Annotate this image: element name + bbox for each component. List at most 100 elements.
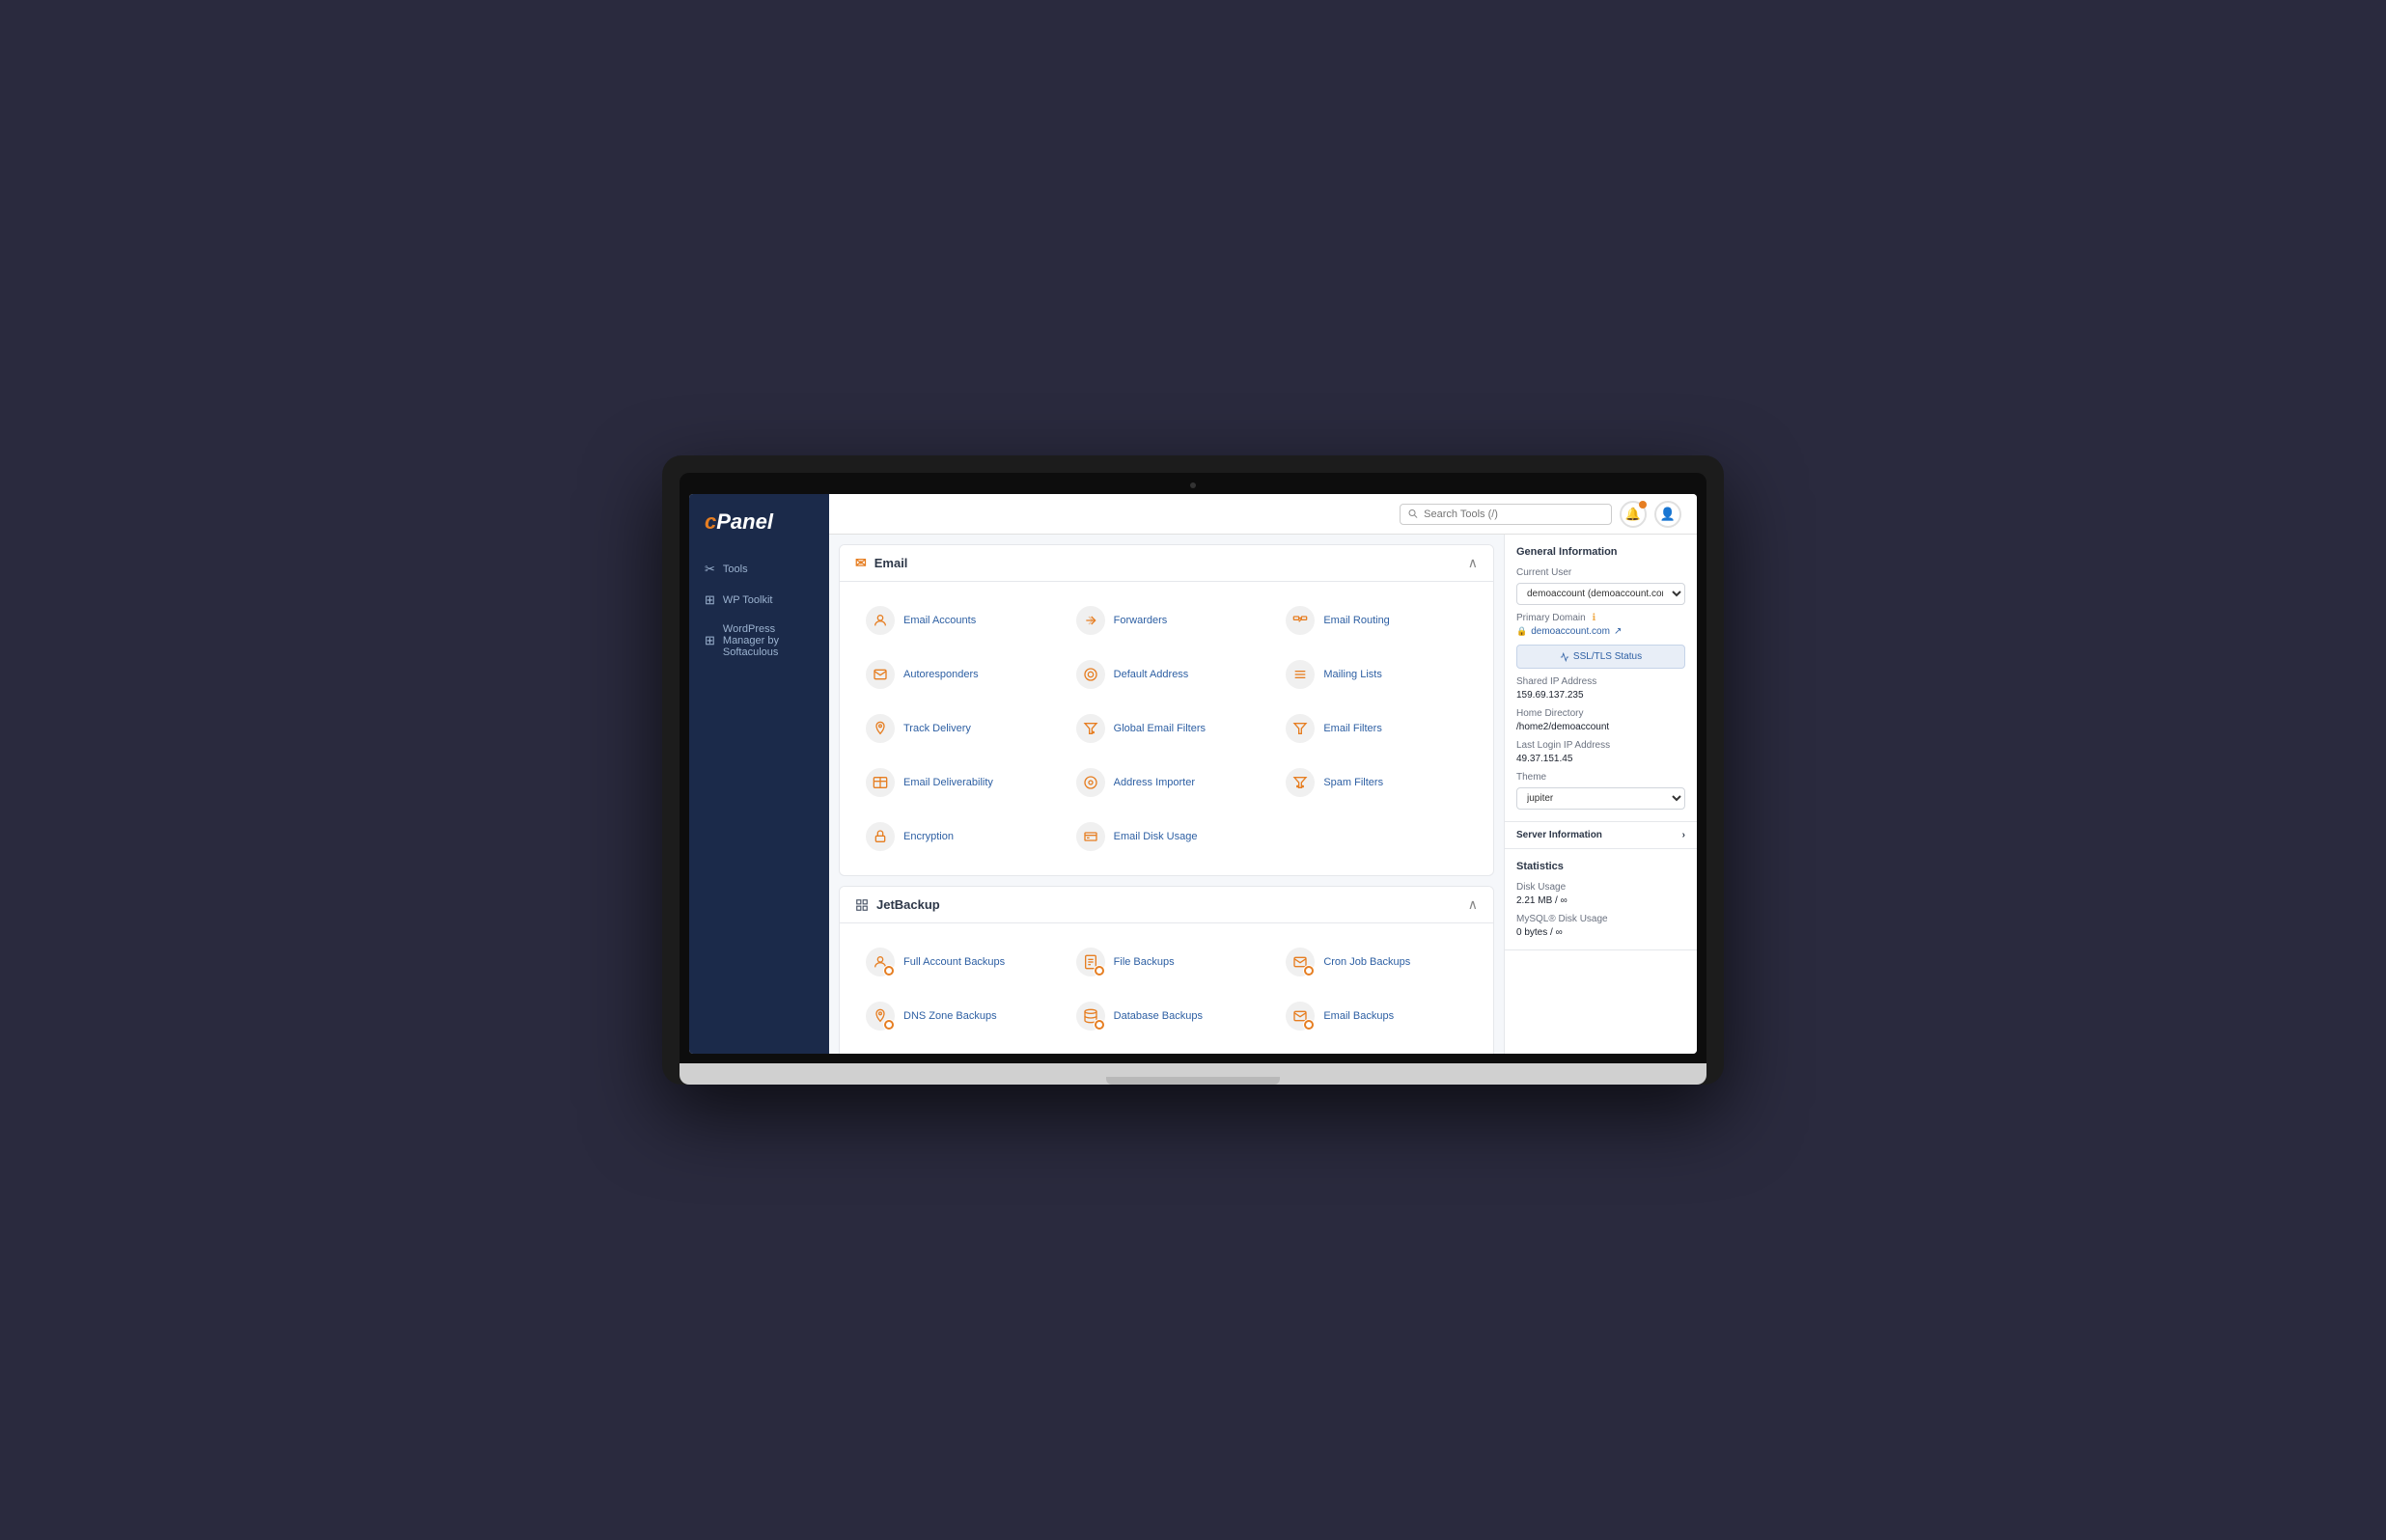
grid-item-forwarders[interactable]: Forwarders [1066, 597, 1268, 644]
sidebar-item-wp-toolkit[interactable]: ⊞ WP Toolkit [689, 585, 829, 616]
shared-ip-label: Shared IP Address [1516, 676, 1685, 687]
full-account-backups-icon-wrapper [865, 947, 896, 977]
grid-item-email-backups[interactable]: Email Backups [1275, 993, 1478, 1039]
app-wrapper: cPanel ✂ Tools ⊞ WP Toolkit ⊞ WordPress … [689, 494, 1697, 1054]
database-backups-label: Database Backups [1114, 1010, 1203, 1022]
jetbackup-section-header: JetBackup ∧ [840, 887, 1493, 923]
jetbackup-title-text: JetBackup [876, 897, 940, 912]
circle-at-icon [1083, 667, 1098, 682]
tools-icon: ✂ [705, 562, 715, 577]
encryption-label: Encryption [903, 831, 954, 842]
wp-icon: ⊞ [705, 592, 715, 608]
autoresponders-icon [866, 660, 895, 689]
cpanel-logo: cPanel [705, 509, 814, 535]
email-backups-label: Email Backups [1323, 1010, 1394, 1022]
grid-item-cron-job-backups[interactable]: Cron Job Backups [1275, 939, 1478, 985]
grid-item-address-importer[interactable]: Address Importer [1066, 759, 1268, 806]
grid-item-email-routing[interactable]: Email Routing [1275, 597, 1478, 644]
track-delivery-icon [866, 714, 895, 743]
email-section-collapse[interactable]: ∧ [1468, 555, 1478, 571]
email-backup-badge [1303, 1019, 1315, 1031]
autoresponders-label: Autoresponders [903, 669, 979, 680]
forwarders-label: Forwarders [1114, 615, 1168, 626]
disk-usage-label: Disk Usage [1516, 882, 1685, 893]
theme-select[interactable]: jupiter [1516, 787, 1685, 810]
file-backups-icon [1076, 948, 1105, 976]
grid-item-spam-filters[interactable]: Spam Filters [1275, 759, 1478, 806]
grid-item-global-email-filters[interactable]: Global Email Filters [1066, 705, 1268, 752]
search-input[interactable] [1424, 509, 1603, 520]
grid-item-encryption[interactable]: Encryption [855, 813, 1058, 860]
default-address-label: Default Address [1114, 669, 1189, 680]
domain-link[interactable]: demoaccount.com ↗ [1531, 626, 1622, 637]
grid-item-email-filters[interactable]: Email Filters [1275, 705, 1478, 752]
grid-item-default-address[interactable]: Default Address [1066, 651, 1268, 698]
cpanel-panel: Panel [716, 509, 773, 534]
grid-item-database-backups[interactable]: Database Backups [1066, 993, 1268, 1039]
email-deliverability-label: Email Deliverability [903, 777, 993, 788]
email-section: ✉ Email ∧ [839, 544, 1494, 876]
lock-small-icon: 🔒 [1516, 626, 1527, 637]
email-title-text: Email [874, 556, 908, 570]
email-filters-icon [1286, 714, 1315, 743]
grid-item-file-backups[interactable]: File Backups [1066, 939, 1268, 985]
grid-item-mailing-lists[interactable]: Mailing Lists [1275, 651, 1478, 698]
content-area: ✉ Email ∧ [829, 535, 1504, 1054]
encryption-icon [866, 822, 895, 851]
mailing-lists-icon [1286, 660, 1315, 689]
grid-item-dns-zone-backups[interactable]: DNS Zone Backups [855, 993, 1058, 1039]
cpanel-c: c [705, 509, 716, 534]
email-deliverability-icon [866, 768, 895, 797]
jetbackup-section: JetBackup ∧ [839, 886, 1494, 1054]
spam-filters-label: Spam Filters [1323, 777, 1383, 788]
sidebar: cPanel ✂ Tools ⊞ WP Toolkit ⊞ WordPress … [689, 494, 829, 1054]
email-items-grid: Email Accounts [840, 582, 1493, 875]
person-icon [873, 613, 888, 628]
dns-zone-backups-icon [866, 1002, 895, 1031]
sidebar-logo: cPanel [689, 509, 829, 554]
bell-icon: 🔔 [1625, 507, 1641, 522]
notification-badge [1639, 501, 1647, 509]
grid-item-email-disk-usage[interactable]: Email Disk Usage [1066, 813, 1268, 860]
grid-item-email-deliverability[interactable]: Email Deliverability [855, 759, 1058, 806]
file-backups-badge [1094, 965, 1105, 976]
laptop-base [680, 1063, 1706, 1085]
server-info-row[interactable]: Server Information › [1505, 822, 1697, 849]
sidebar-item-tools[interactable]: ✂ Tools [689, 554, 829, 585]
list-icon [1292, 667, 1308, 682]
grid-item-email-accounts[interactable]: Email Accounts [855, 597, 1058, 644]
email-deliverability-icon-wrapper [865, 767, 896, 798]
last-login-label: Last Login IP Address [1516, 740, 1685, 751]
grid-item-queue[interactable]: Queue [855, 1047, 1058, 1054]
search-bar[interactable] [1400, 504, 1612, 525]
grid-item-snapshots[interactable]: Snapshots [1066, 1047, 1268, 1054]
forward-arrow-icon [1083, 613, 1098, 628]
global-email-filters-icon [1076, 714, 1105, 743]
ssl-btn-label: SSL/TLS Status [1573, 651, 1642, 662]
spam-filters-icon [1286, 768, 1315, 797]
notifications-button[interactable]: 🔔 [1620, 501, 1647, 528]
laptop-bezel: cPanel ✂ Tools ⊞ WP Toolkit ⊞ WordPress … [680, 473, 1706, 1063]
grid-item-full-account-backups[interactable]: Full Account Backups [855, 939, 1058, 985]
forwarders-icon [1076, 606, 1105, 635]
dns-badge [883, 1019, 895, 1031]
track-delivery-icon-wrapper [865, 713, 896, 744]
default-address-icon-wrapper [1075, 659, 1106, 690]
current-user-select[interactable]: demoaccount (demoaccount.com) [1516, 583, 1685, 605]
grid-item-autoresponders[interactable]: Autoresponders [855, 651, 1058, 698]
general-info-section: General Information Current User demoacc… [1505, 535, 1697, 822]
file-backups-label: File Backups [1114, 956, 1175, 968]
user-button[interactable]: 👤 [1654, 501, 1681, 528]
global-email-filters-icon-wrapper [1075, 713, 1106, 744]
email-disk-usage-label: Email Disk Usage [1114, 831, 1198, 842]
ssl-tls-status-button[interactable]: SSL/TLS Status [1516, 645, 1685, 669]
jetbackup-section-collapse[interactable]: ∧ [1468, 896, 1478, 913]
location-pin-icon [873, 721, 888, 736]
grid-item-track-delivery[interactable]: Track Delivery [855, 705, 1058, 752]
sidebar-item-wp-manager[interactable]: ⊞ WordPress Manager by Softaculous [689, 616, 829, 666]
grid-item-gdpr-compliance[interactable]: GDPR Compliance [1275, 1047, 1478, 1054]
email-disk-usage-icon [1076, 822, 1105, 851]
funnel-icon [1292, 721, 1308, 736]
disk-usage-value: 2.21 MB / ∞ [1516, 895, 1685, 906]
cron-job-backups-icon-wrapper [1285, 947, 1316, 977]
